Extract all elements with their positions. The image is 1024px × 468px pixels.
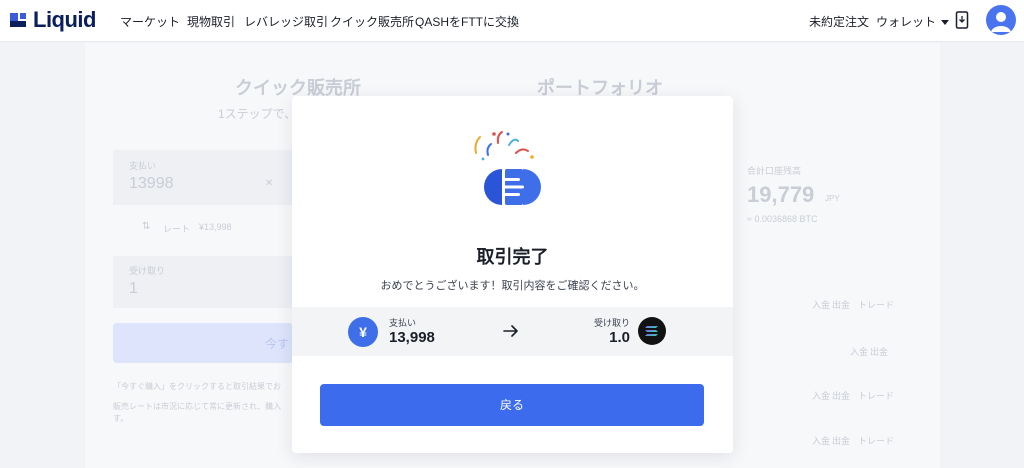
- chevron-down-icon: [941, 20, 950, 26]
- bg-withdraw-link: 出金: [832, 391, 851, 401]
- liquid-coin-icon: [484, 169, 541, 205]
- bg-note-2: 販売レートは市況に応じて常に更新され、購入: [113, 402, 282, 411]
- wallet-menu[interactable]: ウォレット: [876, 13, 950, 30]
- pay-input-box: 支払い 13998 ✕: [113, 150, 293, 205]
- liquid-logo-icon: [10, 13, 26, 27]
- bg-trade-link: トレード: [858, 300, 895, 310]
- brand-name: Liquid: [33, 7, 96, 32]
- bg-balance-label: 合計口座残高: [747, 166, 802, 176]
- bg-buy-button: 今す: [113, 323, 293, 363]
- pay-amount: 13,998: [389, 329, 435, 346]
- bg-withdraw-link: 出金: [832, 300, 851, 310]
- open-orders-link[interactable]: 未約定注文: [809, 13, 869, 30]
- brand-logo[interactable]: Liquid: [9, 9, 96, 31]
- nav-item-market[interactable]: マーケット: [120, 13, 180, 30]
- phone-icon[interactable]: [955, 11, 969, 29]
- bg-receive-label: 受け取り: [129, 266, 166, 276]
- receive-input-box: 受け取り 1: [113, 256, 293, 308]
- bg-receive-value: 1: [129, 280, 138, 297]
- bg-deposit-link: 入金: [812, 436, 831, 446]
- bg-rate-label: レート: [163, 224, 191, 234]
- wallet-label: ウォレット: [876, 15, 937, 29]
- receive-amount: 1.0: [609, 329, 630, 346]
- trade-summary: ¥ 支払い 13,998 受け取り 1.0: [292, 307, 733, 356]
- nav-item-spot[interactable]: 現物取引: [187, 13, 235, 30]
- trade-complete-modal: 取引完了 おめでとうございます！取引内容をご確認ください。 ¥ 支払い 13,9…: [292, 96, 733, 453]
- nav-item-quick-exchange[interactable]: クイック販売所: [330, 13, 414, 30]
- bg-buy-label: 今す: [265, 337, 290, 351]
- bg-withdraw-link: 出金: [870, 347, 889, 357]
- yen-icon: ¥: [348, 317, 378, 347]
- nav-item-leverage[interactable]: レバレッジ取引: [244, 13, 328, 30]
- clear-icon: ✕: [265, 178, 274, 189]
- top-nav: Liquid マーケット 現物取引 レバレッジ取引 クイック販売所 QASHをF…: [0, 0, 1024, 42]
- bg-balance-btc: ≈ 0.0036868 BTC: [747, 214, 818, 224]
- bg-withdraw-link: 出金: [832, 436, 851, 446]
- swap-icon: ⇅: [142, 221, 151, 232]
- bg-trade-link: トレード: [858, 391, 895, 401]
- bg-balance-value: 19,779: [747, 182, 815, 207]
- quick-exchange-subtitle: 1ステップで、: [218, 107, 297, 121]
- modal-subtitle: おめでとうございます！取引内容をご確認ください。: [380, 280, 645, 292]
- bg-pay-label: 支払い: [129, 161, 157, 171]
- bg-note-1: 「今すぐ購入」をクリックすると取引結果でお: [113, 382, 281, 391]
- bg-pay-value: 13998: [129, 175, 174, 192]
- back-button[interactable]: 戻る: [320, 384, 704, 426]
- bg-trade-link: トレード: [858, 436, 895, 446]
- bg-balance-unit: JPY: [825, 194, 840, 203]
- user-avatar[interactable]: [986, 5, 1016, 35]
- bg-rate-value: ¥13,998: [199, 222, 232, 232]
- bg-note-3: す。: [113, 414, 129, 423]
- pay-label: 支払い: [389, 318, 417, 328]
- confetti-icon: [474, 131, 534, 161]
- user-icon: [991, 12, 1011, 32]
- nav-item-qash-ftt[interactable]: QASHをFTTに交換: [415, 13, 519, 30]
- receive-label: 受け取り: [593, 318, 630, 328]
- modal-title: 取引完了: [476, 247, 549, 267]
- bg-deposit-link: 入金: [812, 391, 831, 401]
- bg-deposit-link: 入金: [812, 300, 831, 310]
- solana-icon: [638, 317, 666, 345]
- bg-deposit-link: 入金: [850, 347, 869, 357]
- arrow-right-icon: [503, 325, 518, 337]
